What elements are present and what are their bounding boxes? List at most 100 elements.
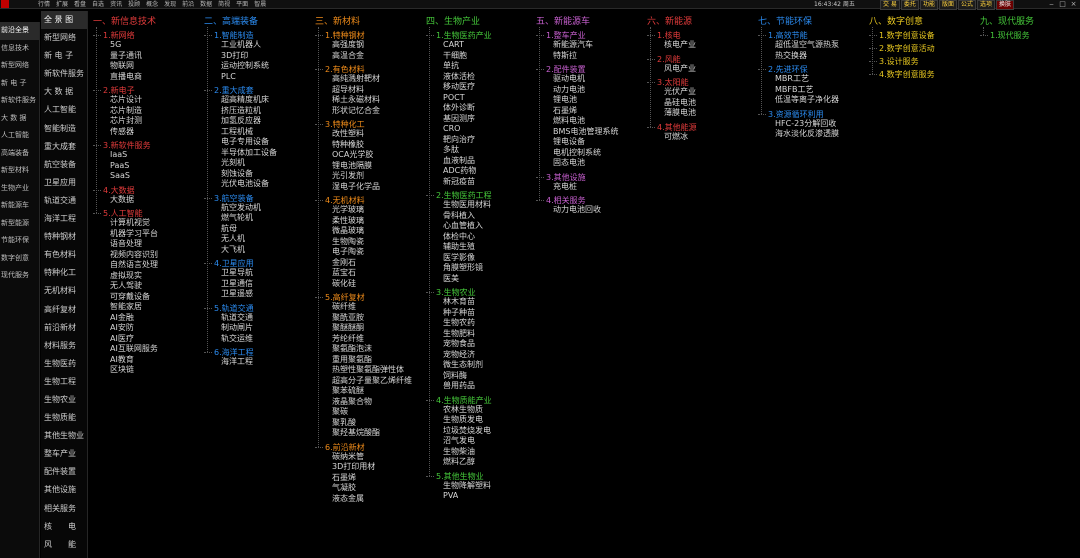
trade-button[interactable]: 选项 bbox=[976, 0, 995, 10]
concept-item[interactable]: 超高精度机床 bbox=[204, 95, 277, 106]
concept-item[interactable]: 生物陶瓷 bbox=[315, 237, 412, 248]
category-title[interactable]: 一、新信息技术 bbox=[93, 18, 158, 27]
concept-item[interactable]: 特斯拉 bbox=[536, 51, 618, 62]
concept-item[interactable]: 骨科植入 bbox=[426, 211, 492, 222]
concept-item[interactable]: 沼气发电 bbox=[426, 436, 492, 447]
subcategory-label[interactable]: 4.大数据 bbox=[93, 186, 158, 195]
concept-item[interactable]: 无人驾驶 bbox=[93, 281, 158, 292]
concept-item[interactable]: 刻蚀设备 bbox=[204, 169, 277, 180]
concept-item[interactable]: 兽用药品 bbox=[426, 381, 492, 392]
concept-item[interactable]: 碳纳米管 bbox=[315, 452, 412, 463]
subsector-item[interactable]: 生物质能 bbox=[41, 409, 87, 427]
concept-item[interactable]: 高强度钢 bbox=[315, 40, 412, 51]
concept-item[interactable]: 电子专用设备 bbox=[204, 137, 277, 148]
subsector-item[interactable]: 航空装备 bbox=[41, 156, 87, 174]
concept-item[interactable]: 改性塑料 bbox=[315, 129, 412, 140]
menu-item[interactable]: 平面 bbox=[236, 0, 248, 9]
concept-item[interactable]: PaaS bbox=[93, 161, 158, 172]
concept-item[interactable]: 超高分子量聚乙烯纤维 bbox=[315, 376, 412, 387]
concept-item[interactable]: 心血管植入 bbox=[426, 221, 492, 232]
concept-item[interactable]: 种子种苗 bbox=[426, 308, 492, 319]
subcategory-label[interactable]: 1.整车产业 bbox=[536, 31, 618, 40]
sector-item[interactable]: 现代服务 bbox=[0, 267, 39, 285]
concept-item[interactable]: 宠物食品 bbox=[426, 339, 492, 350]
concept-item[interactable]: 可燃冰 bbox=[647, 132, 697, 143]
menu-item[interactable]: 概念 bbox=[146, 0, 158, 9]
concept-item[interactable]: 无人机 bbox=[204, 234, 277, 245]
subsector-item[interactable]: 配件装置 bbox=[41, 463, 87, 481]
subcategory-label[interactable]: 2.生物医药工程 bbox=[426, 191, 492, 200]
concept-item[interactable]: 单抗 bbox=[426, 61, 492, 72]
concept-item[interactable]: 超导材料 bbox=[315, 85, 412, 96]
subcategory-label[interactable]: 5.人工智能 bbox=[93, 209, 158, 218]
concept-item[interactable]: 卫星遥感 bbox=[204, 289, 277, 300]
concept-item[interactable]: 热交换器 bbox=[758, 51, 839, 62]
subcategory-label[interactable]: 4.卫星应用 bbox=[204, 259, 277, 268]
subsector-item[interactable]: 大 数 据 bbox=[41, 83, 87, 101]
trade-button[interactable]: 功能 bbox=[919, 0, 938, 10]
concept-item[interactable]: AI金融 bbox=[93, 313, 158, 324]
subcategory-label[interactable]: 2.风能 bbox=[647, 55, 697, 64]
category-title[interactable]: 三、新材料 bbox=[315, 18, 412, 27]
concept-item[interactable]: 大飞机 bbox=[204, 245, 277, 256]
sector-item[interactable]: 大 数 据 bbox=[0, 110, 39, 128]
concept-item[interactable]: CART bbox=[426, 40, 492, 51]
subsector-item[interactable]: 无机材料 bbox=[41, 282, 87, 300]
subcategory-label[interactable]: 3.新软件服务 bbox=[93, 141, 158, 150]
concept-item[interactable]: 金刚石 bbox=[315, 258, 412, 269]
subcategory-label[interactable]: 1.高效节能 bbox=[758, 31, 839, 40]
menu-item[interactable]: 数据 bbox=[200, 0, 212, 9]
concept-item[interactable]: 卫星导航 bbox=[204, 268, 277, 279]
concept-item[interactable]: MBFB工艺 bbox=[758, 85, 839, 96]
subcategory-label[interactable]: 2.配件装置 bbox=[536, 65, 618, 74]
concept-item[interactable]: 5G bbox=[93, 40, 158, 51]
subsector-item[interactable]: 智能制造 bbox=[41, 120, 87, 138]
concept-item[interactable]: 农林生物质 bbox=[426, 405, 492, 416]
concept-item[interactable]: 芯片封测 bbox=[93, 116, 158, 127]
concept-item[interactable]: 碳化硅 bbox=[315, 279, 412, 290]
subcategory-label[interactable]: 1.智能制造 bbox=[204, 31, 277, 40]
sector-item[interactable]: 数字创意 bbox=[0, 250, 39, 268]
concept-item[interactable]: 液体活检 bbox=[426, 72, 492, 83]
concept-item[interactable]: AI安防 bbox=[93, 323, 158, 334]
category-title[interactable]: 七、节能环保 bbox=[758, 18, 839, 27]
sector-item[interactable]: 新能源车 bbox=[0, 197, 39, 215]
sector-item[interactable]: 信息技术 bbox=[0, 40, 39, 58]
sector-item[interactable]: 人工智能 bbox=[0, 127, 39, 145]
concept-item[interactable]: 制动闸片 bbox=[204, 323, 277, 334]
subsector-item[interactable]: 风 能 bbox=[41, 536, 87, 554]
concept-item[interactable]: 虚拟现实 bbox=[93, 271, 158, 282]
concept-item[interactable]: 微晶玻璃 bbox=[315, 226, 412, 237]
concept-item[interactable]: POCT bbox=[426, 93, 492, 104]
concept-item[interactable]: 石墨烯 bbox=[315, 473, 412, 484]
app-logo-icon[interactable] bbox=[1, 0, 9, 8]
subcategory-label[interactable]: 5.轨道交通 bbox=[204, 304, 277, 313]
concept-item[interactable]: 锂电池 bbox=[536, 95, 618, 106]
concept-item[interactable]: 生物肥料 bbox=[426, 329, 492, 340]
subcategory-label[interactable]: 1.数字创意设备 bbox=[869, 31, 935, 40]
category-title[interactable]: 二、高端装备 bbox=[204, 18, 277, 27]
menu-item[interactable]: 智晨 bbox=[254, 0, 266, 9]
concept-item[interactable]: 挤压造粒机 bbox=[204, 106, 277, 117]
menu-item[interactable]: 前沿 bbox=[182, 0, 194, 9]
concept-item[interactable]: 基因测序 bbox=[426, 114, 492, 125]
concept-item[interactable]: 光伏电池设备 bbox=[204, 179, 277, 190]
concept-item[interactable]: 轨交运维 bbox=[204, 334, 277, 345]
subsector-item[interactable]: 其他设施 bbox=[41, 481, 87, 499]
subcategory-label[interactable]: 2.重大成套 bbox=[204, 86, 277, 95]
sector-item[interactable]: 新型网络 bbox=[0, 57, 39, 75]
subcategory-label[interactable]: 5.其他生物业 bbox=[426, 472, 492, 481]
concept-item[interactable]: 光引发剂 bbox=[315, 171, 412, 182]
concept-item[interactable]: 碳纤维 bbox=[315, 302, 412, 313]
concept-item[interactable]: 直播电商 bbox=[93, 72, 158, 83]
subcategory-label[interactable]: 1.生物医药产业 bbox=[426, 31, 492, 40]
concept-item[interactable]: 语音处理 bbox=[93, 239, 158, 250]
concept-item[interactable]: 角膜塑形镜 bbox=[426, 263, 492, 274]
concept-item[interactable]: 芯片设计 bbox=[93, 95, 158, 106]
concept-item[interactable]: AI教育 bbox=[93, 355, 158, 366]
concept-item[interactable]: 海洋工程 bbox=[204, 357, 277, 368]
concept-item[interactable]: 体外诊断 bbox=[426, 103, 492, 114]
subsector-item[interactable]: 相关服务 bbox=[41, 500, 87, 518]
concept-item[interactable]: IaaS bbox=[93, 150, 158, 161]
concept-item[interactable]: 低温等离子净化器 bbox=[758, 95, 839, 106]
